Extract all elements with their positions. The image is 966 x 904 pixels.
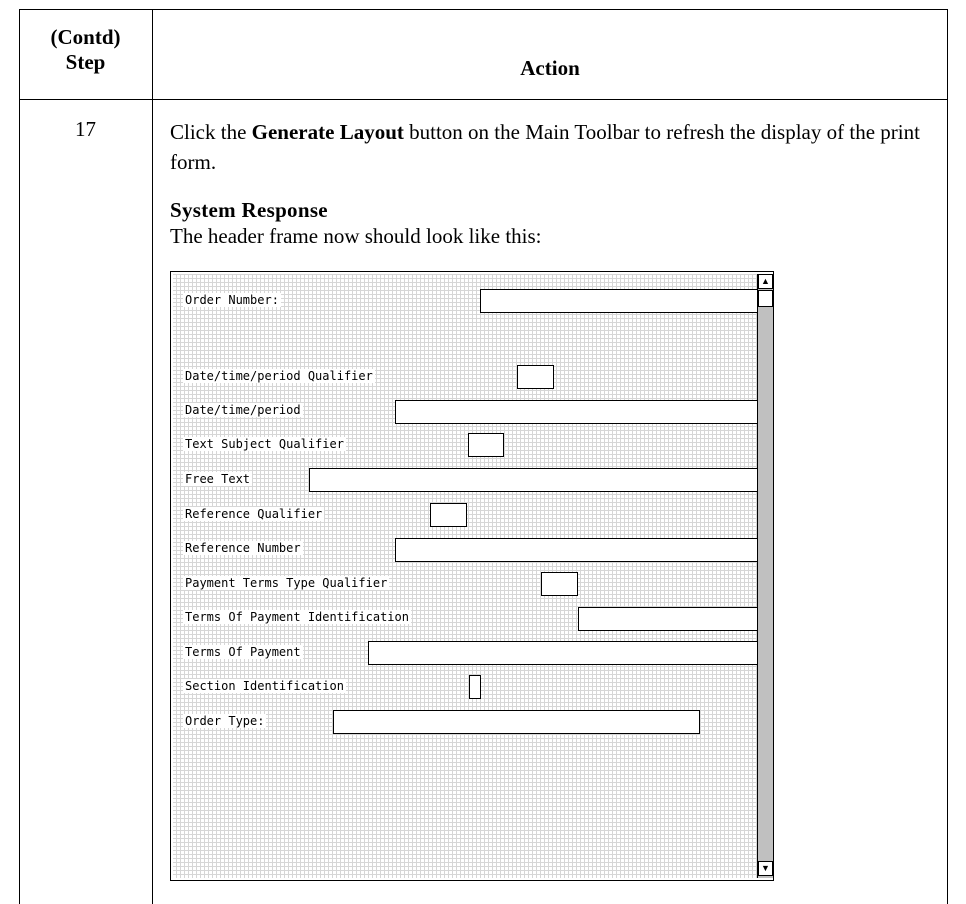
step-header-line2: Step — [65, 50, 106, 74]
field-box-text-subject-qualifier[interactable] — [468, 433, 504, 457]
field-label-text-subject-qualifier: Text Subject Qualifier — [183, 437, 346, 451]
system-response-text: The header frame now should look like th… — [170, 224, 542, 248]
system-response-title: System Response — [170, 198, 328, 222]
instruction-pre: Click the — [170, 120, 252, 144]
field-box-order-number[interactable] — [480, 289, 757, 313]
field-label-section-identification: Section Identification — [183, 679, 346, 693]
field-label-order-type: Order Type: — [183, 714, 267, 728]
field-box-date-time-period[interactable] — [395, 400, 757, 424]
table-column-divider — [152, 9, 153, 904]
field-label-terms-of-payment-identification: Terms Of Payment Identification — [183, 610, 411, 624]
field-label-date-time-period-qualifier: Date/time/period Qualifier — [183, 369, 375, 383]
generate-layout-button-name: Generate Layout — [251, 120, 404, 144]
field-label-reference-qualifier: Reference Qualifier — [183, 507, 325, 521]
field-box-section-identification[interactable] — [469, 675, 481, 699]
field-label-terms-of-payment: Terms Of Payment — [183, 645, 303, 659]
field-box-terms-of-payment-identification[interactable] — [578, 607, 757, 631]
table-top-border — [19, 9, 948, 10]
table-right-border — [947, 9, 948, 904]
scroll-thumb[interactable] — [758, 290, 773, 307]
field-label-free-text: Free Text — [183, 472, 253, 486]
scroll-up-button[interactable]: ▲ — [758, 274, 773, 289]
instruction-text: Click the Generate Layout button on the … — [170, 117, 930, 177]
action-column-header: Action — [520, 56, 580, 80]
scroll-down-button[interactable]: ▼ — [758, 861, 773, 876]
field-box-date-time-period-qualifier[interactable] — [517, 365, 554, 389]
field-label-date-time-period: Date/time/period — [183, 403, 303, 417]
field-box-free-text[interactable] — [309, 468, 757, 492]
step-column-header: (Contd) Step — [19, 25, 152, 75]
arrow-down-icon: ▼ — [761, 863, 770, 873]
step-number: 17 — [75, 117, 96, 141]
arrow-up-icon: ▲ — [761, 276, 770, 286]
vertical-scrollbar[interactable]: ▲ ▼ — [757, 274, 773, 878]
field-box-reference-number[interactable] — [395, 538, 757, 562]
field-label-reference-number: Reference Number — [183, 541, 303, 555]
print-form-screenshot: Order Number: Date/time/period Qualifier… — [170, 271, 774, 881]
field-label-order-number: Order Number: — [183, 293, 281, 307]
table-header-divider — [19, 99, 948, 100]
field-label-payment-terms-type-qualifier: Payment Terms Type Qualifier — [183, 576, 390, 590]
table-left-border — [19, 9, 20, 904]
field-box-order-type[interactable] — [333, 710, 700, 734]
field-box-terms-of-payment[interactable] — [368, 641, 757, 665]
field-box-payment-terms-type-qualifier[interactable] — [541, 572, 578, 596]
field-box-reference-qualifier[interactable] — [430, 503, 467, 527]
step-header-line1: (Contd) — [50, 25, 121, 49]
layout-grid-area: Order Number: Date/time/period Qualifier… — [173, 274, 757, 878]
